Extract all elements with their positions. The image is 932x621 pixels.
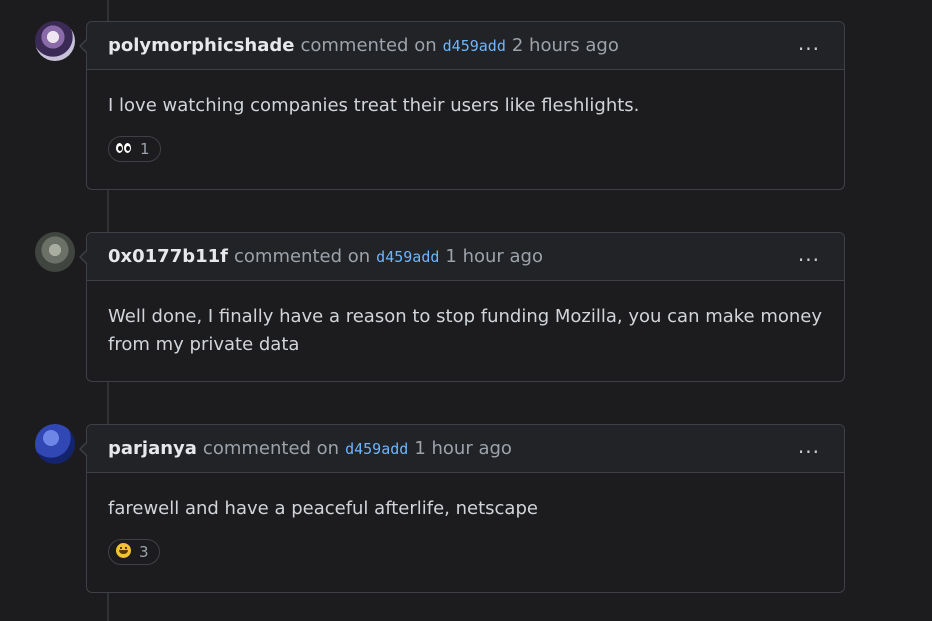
action-text: commented on <box>300 35 437 56</box>
reaction-count: 3 <box>139 543 149 561</box>
timestamp[interactable]: 2 hours ago <box>512 35 619 56</box>
comment-header: 0x0177b11f commented on d459add 1 hour a… <box>87 233 844 281</box>
commit-link[interactable]: d459add <box>376 248 439 266</box>
more-options-icon[interactable]: ... <box>798 436 820 462</box>
avatar[interactable] <box>35 424 75 464</box>
comment-body: Well done, I finally have a reason to st… <box>108 306 823 355</box>
author-name[interactable]: polymorphicshade <box>108 35 294 56</box>
reaction-button[interactable]: 1 <box>108 136 161 162</box>
reactions: 1 <box>87 120 844 182</box>
more-options-icon[interactable]: ... <box>798 244 820 270</box>
action-text: commented on <box>202 438 340 459</box>
author-name[interactable]: 0x0177b11f <box>108 246 228 267</box>
commit-link[interactable]: d459add <box>443 37 506 55</box>
reaction-button[interactable]: 3 <box>108 539 160 565</box>
comment-body: farewell and have a peaceful afterlife, … <box>108 498 538 519</box>
author-name[interactable]: parjanya <box>108 438 197 459</box>
smile-icon <box>116 542 131 562</box>
comment-header: parjanya commented on d459add 1 hour ago… <box>87 425 844 473</box>
reaction-count: 1 <box>140 140 150 158</box>
comment-header: polymorphicshade commented on d459add 2 … <box>87 22 844 70</box>
reactions: 3 <box>87 523 844 585</box>
comment-box: 0x0177b11f commented on d459add 1 hour a… <box>79 232 845 382</box>
comment-box: polymorphicshade commented on d459add 2 … <box>79 21 845 190</box>
comment-box: parjanya commented on d459add 1 hour ago… <box>79 424 845 593</box>
commit-link[interactable]: d459add <box>345 440 408 458</box>
action-text: commented on <box>234 246 371 267</box>
eyes-icon <box>116 141 132 157</box>
more-options-icon[interactable]: ... <box>798 33 820 59</box>
avatar[interactable] <box>35 21 75 61</box>
timestamp[interactable]: 1 hour ago <box>445 246 543 267</box>
avatar[interactable] <box>35 232 75 272</box>
comment-body: I love watching companies treat their us… <box>108 95 640 116</box>
timestamp[interactable]: 1 hour ago <box>414 438 512 459</box>
